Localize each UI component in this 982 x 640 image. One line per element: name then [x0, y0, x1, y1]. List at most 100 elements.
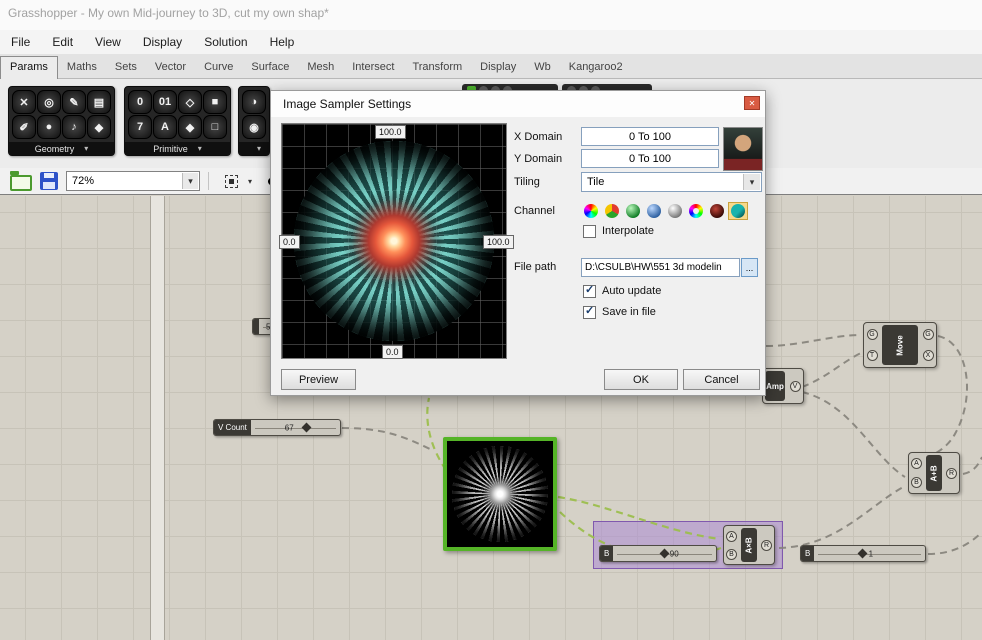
interpolate-checkbox[interactable]: [583, 225, 596, 238]
tab-wb[interactable]: Wb: [525, 57, 560, 78]
channel-icon-row: [581, 202, 748, 220]
preview-button[interactable]: Preview: [281, 369, 356, 390]
geometry-group-dropdown[interactable]: Geometry: [9, 142, 114, 155]
addition-component[interactable]: A B A+B R: [908, 452, 960, 494]
amplitude-component[interactable]: Amp V: [762, 368, 804, 404]
slider-90-knob[interactable]: [659, 548, 669, 558]
open-file-icon[interactable]: [10, 175, 32, 191]
vcount-slider-knob[interactable]: [301, 422, 311, 432]
tab-mesh[interactable]: Mesh: [298, 57, 343, 78]
y-domain-input[interactable]: [581, 149, 719, 168]
zoom-select[interactable]: 72%: [66, 171, 200, 191]
slider-1[interactable]: B 1: [800, 545, 926, 562]
move-input-geometry[interactable]: G: [867, 329, 878, 340]
wire: [779, 486, 905, 548]
channel-alpha-icon[interactable]: [665, 202, 685, 220]
tab-display[interactable]: Display: [471, 57, 525, 78]
auto-update-checkbox[interactable]: [583, 285, 596, 298]
menu-help[interactable]: Help: [259, 30, 306, 54]
geometry-icon-8[interactable]: ◆: [87, 115, 111, 139]
channel-luminance-icon[interactable]: [728, 202, 748, 220]
image-preview-panel[interactable]: [281, 123, 507, 359]
multiplication-input-b[interactable]: B: [726, 549, 737, 560]
file-path-input[interactable]: [581, 258, 740, 277]
dialog-close-button[interactable]: ✕: [744, 96, 760, 110]
slider-1-knob[interactable]: [857, 548, 867, 558]
move-component[interactable]: G T Move G X: [863, 322, 937, 368]
primitive-icon-6[interactable]: A: [153, 115, 177, 139]
multiplication-output-r[interactable]: R: [761, 540, 772, 551]
tab-maths[interactable]: Maths: [58, 57, 106, 78]
x-domain-input[interactable]: [581, 127, 719, 146]
save-file-icon[interactable]: [40, 172, 58, 190]
vcount-slider[interactable]: V Count 67: [213, 419, 341, 436]
tab-vector[interactable]: Vector: [146, 57, 195, 78]
primitive-icon-8[interactable]: □: [203, 115, 227, 139]
multiplication-input-a[interactable]: A: [726, 531, 737, 542]
addition-input-b[interactable]: B: [911, 477, 922, 488]
slider-90-track[interactable]: 90: [613, 546, 716, 561]
addition-output-r[interactable]: R: [946, 468, 957, 479]
ok-button[interactable]: OK: [604, 369, 678, 390]
amplitude-label: Amp: [766, 382, 784, 391]
partial-group-icon-2[interactable]: ◉: [242, 115, 266, 139]
menu-file[interactable]: File: [0, 30, 41, 54]
primitive-icon-2[interactable]: 01: [153, 90, 177, 114]
tiling-select[interactable]: Tile: [581, 172, 762, 192]
move-output-transform[interactable]: X: [923, 350, 934, 361]
cancel-button[interactable]: Cancel: [683, 369, 760, 390]
channel-composite-icon[interactable]: [602, 202, 622, 220]
tab-sets[interactable]: Sets: [106, 57, 146, 78]
tab-params[interactable]: Params: [0, 56, 58, 79]
partial-group-icon-1[interactable]: ◑: [242, 90, 266, 114]
wire: [802, 392, 905, 477]
channel-rgb-icon[interactable]: [581, 202, 601, 220]
move-cap: Move: [882, 325, 918, 365]
menu-solution[interactable]: Solution: [193, 30, 258, 54]
vcount-slider-track[interactable]: 67: [251, 420, 340, 435]
move-input-translation[interactable]: T: [867, 350, 878, 361]
geometry-icon-2[interactable]: ◎: [37, 90, 61, 114]
geometry-icon-3[interactable]: ✎: [62, 90, 86, 114]
menu-display[interactable]: Display: [132, 30, 193, 54]
geometry-icon-5[interactable]: ✐: [12, 115, 36, 139]
tab-kangaroo2[interactable]: Kangaroo2: [560, 57, 632, 78]
geometry-icon-6[interactable]: ●: [37, 115, 61, 139]
save-in-file-checkbox[interactable]: [583, 306, 596, 319]
primitive-icon-5[interactable]: 7: [128, 115, 152, 139]
zoom-extents-dropdown-icon[interactable]: ▾: [248, 177, 252, 186]
multiplication-component[interactable]: A B A×B R: [723, 525, 775, 565]
tab-curve[interactable]: Curve: [195, 57, 242, 78]
canvas-scrollbar[interactable]: [150, 196, 165, 640]
browse-button[interactable]: ...: [741, 258, 758, 277]
channel-hue-icon[interactable]: [686, 202, 706, 220]
preview-image: [294, 141, 494, 341]
window-titlebar[interactable]: Grasshopper - My own Mid-journey to 3D, …: [0, 0, 982, 30]
tab-surface[interactable]: Surface: [242, 57, 298, 78]
move-output-geometry[interactable]: G: [923, 329, 934, 340]
primitive-icon-7[interactable]: ◆: [178, 115, 202, 139]
partial-group-dropdown[interactable]: [239, 142, 269, 155]
tab-intersect[interactable]: Intersect: [343, 57, 403, 78]
amplitude-output-nub[interactable]: V: [790, 381, 801, 392]
image-sampler-component[interactable]: [443, 437, 557, 551]
primitive-group-dropdown[interactable]: Primitive: [125, 142, 230, 155]
menu-view[interactable]: View: [84, 30, 132, 54]
slider-90[interactable]: B 90: [599, 545, 717, 562]
channel-blue-icon[interactable]: [644, 202, 664, 220]
menu-edit[interactable]: Edit: [41, 30, 84, 54]
geometry-icon-1[interactable]: ✕: [12, 90, 36, 114]
dialog-titlebar[interactable]: Image Sampler Settings ✕: [271, 91, 765, 117]
tab-transform[interactable]: Transform: [403, 57, 471, 78]
primitive-icon-3[interactable]: ◇: [178, 90, 202, 114]
geometry-icon-7[interactable]: ♪: [62, 115, 86, 139]
primitive-icon-1[interactable]: 0: [128, 90, 152, 114]
geometry-icon-4[interactable]: ▤: [87, 90, 111, 114]
channel-green-icon[interactable]: [623, 202, 643, 220]
primitive-icon-4[interactable]: ■: [203, 90, 227, 114]
slider-1-track[interactable]: 1: [814, 546, 925, 561]
file-path-label: File path: [514, 261, 556, 273]
addition-input-a[interactable]: A: [911, 458, 922, 469]
zoom-extents-icon[interactable]: [223, 173, 240, 190]
channel-saturation-icon[interactable]: [707, 202, 727, 220]
